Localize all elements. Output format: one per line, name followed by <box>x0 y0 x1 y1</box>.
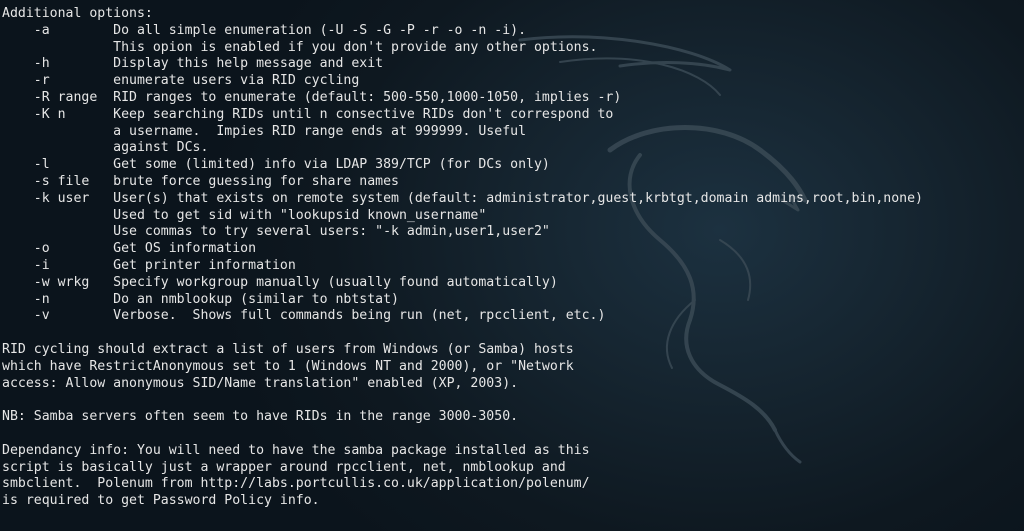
output-line: -h Display this help message and exit <box>2 56 384 72</box>
terminal-window[interactable]: Additional options: -a Do all simple enu… <box>0 0 1024 531</box>
output-line: -l Get some (limited) info via LDAP 389/… <box>2 157 550 173</box>
terminal-output: Additional options: -a Do all simple enu… <box>2 6 923 510</box>
output-line: -s file brute force guessing for share n… <box>2 173 399 189</box>
output-line: Additional options: <box>2 6 153 21</box>
output-line: RID cycling should extract a list of use… <box>2 341 574 357</box>
output-line: -n Do an nmblookup (similar to nbtstat) <box>2 291 399 307</box>
output-line: script is basically just a wrapper aroun… <box>2 459 566 475</box>
output-line: -w wrkg Specify workgroup manually (usua… <box>2 274 558 290</box>
output-line: -a Do all simple enumeration (-U -S -G -… <box>2 22 527 38</box>
output-line: This opion is enabled if you don't provi… <box>2 39 598 55</box>
output-line: smbclient. Polenum from http://labs.port… <box>2 476 590 492</box>
output-line: Dependancy info: You will need to have t… <box>2 442 590 458</box>
output-line: against DCs. <box>2 140 209 156</box>
output-line: Use commas to try several users: "-k adm… <box>2 224 550 240</box>
output-line: a username. Impies RID range ends at 999… <box>2 123 527 139</box>
output-line: which have RestrictAnonymous set to 1 (W… <box>2 358 574 374</box>
output-line: -K n Keep searching RIDs until n consect… <box>2 106 614 122</box>
output-line: -r enumerate users via RID cycling <box>2 73 360 89</box>
output-line: -v Verbose. Shows full commands being ru… <box>2 308 606 324</box>
output-line: -i Get printer information <box>2 257 296 273</box>
output-line: Used to get sid with "lookupsid known_us… <box>2 207 487 223</box>
output-line: -R range RID ranges to enumerate (defaul… <box>2 89 622 105</box>
output-line: access: Allow anonymous SID/Name transla… <box>2 375 519 391</box>
output-line: -o Get OS information <box>2 241 257 257</box>
output-line: NB: Samba servers often seem to have RID… <box>2 409 519 425</box>
output-line: -k user User(s) that exists on remote sy… <box>2 190 923 206</box>
output-line: is required to get Password Policy info. <box>2 493 320 509</box>
